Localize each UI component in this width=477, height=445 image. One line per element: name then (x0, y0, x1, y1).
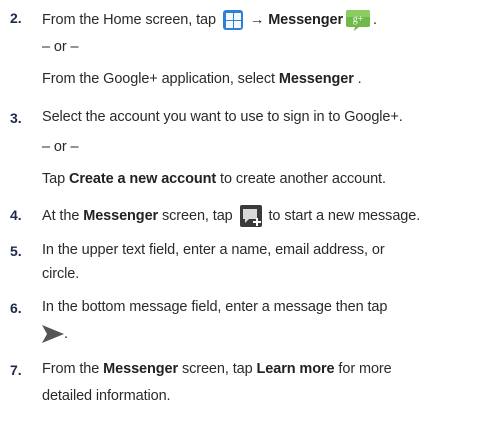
step-text-part: . (64, 326, 68, 342)
messenger-label: Messenger (268, 11, 344, 28)
step-text: In the bottom message field, enter a mes… (42, 299, 388, 315)
step-text: circle. (42, 266, 80, 282)
or-separator: – or – (42, 139, 79, 155)
learn-more-label: Learn more (256, 361, 335, 377)
step-text: Select the account you want to use to si… (42, 109, 403, 125)
step-text-part: From the Google+ application, select (42, 71, 279, 87)
step-number: 7. (10, 362, 22, 378)
svg-text:g+: g+ (353, 14, 364, 25)
step-number: 2. (10, 10, 22, 26)
google-plus-messenger-icon: g+ (346, 10, 371, 31)
step-text-part: . (373, 11, 377, 28)
step-text-part: for more (334, 361, 392, 377)
step-text-part: to create another account. (216, 171, 386, 187)
step-text: detailed information. (42, 388, 171, 404)
step-number: 3. (10, 110, 22, 126)
step-text-part: screen, tap (158, 207, 237, 224)
step-text: From the Home screen, tap → Messenger g+. (42, 8, 377, 32)
step-number: 5. (10, 243, 22, 259)
messenger-label: Messenger (103, 361, 179, 377)
step-text: From the Messenger screen, tap Learn mor… (42, 360, 392, 378)
or-separator: – or – (42, 39, 79, 55)
send-icon (42, 325, 64, 344)
step-text-part: From the Home screen, tap (42, 11, 220, 28)
step-text: From the Google+ application, select Mes… (42, 70, 362, 88)
step-number: 6. (10, 300, 22, 316)
step-text: At the Messenger screen, tap to start a … (42, 205, 420, 227)
step-text: Tap Create a new account to create anoth… (42, 170, 386, 188)
step-text-part: . (353, 71, 362, 87)
apps-grid-icon (222, 10, 243, 30)
messenger-label: Messenger (83, 207, 159, 224)
new-message-icon (239, 205, 262, 227)
arrow-glyph: → (245, 11, 269, 28)
step-number: 4. (10, 207, 22, 223)
step-text: . (42, 325, 68, 344)
create-account-label: Create a new account (69, 171, 217, 187)
messenger-label: Messenger (278, 71, 354, 87)
step-text-part: From the (42, 361, 104, 377)
step-text-part: Tap (42, 171, 70, 187)
step-text-part: to start a new message. (264, 207, 421, 224)
step-text-part: At the (42, 207, 84, 224)
step-text: In the upper text field, enter a name, e… (42, 242, 385, 258)
step-text-part: screen, tap (178, 361, 257, 377)
